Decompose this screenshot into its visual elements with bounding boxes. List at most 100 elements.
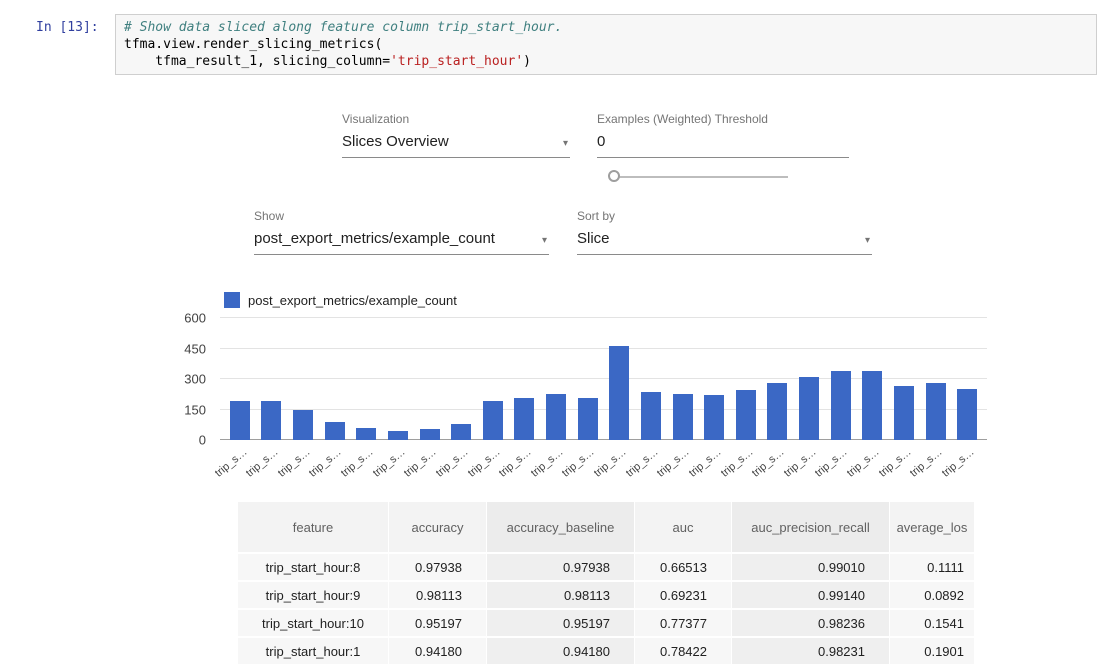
code-line-3-close: ) bbox=[523, 54, 531, 69]
legend-swatch bbox=[224, 292, 240, 308]
dropdown-arrow-icon[interactable]: ▾ bbox=[542, 235, 547, 246]
bar[interactable] bbox=[673, 394, 693, 440]
table-cell: trip_start_hour:1 bbox=[238, 638, 388, 664]
table-header-cell[interactable]: accuracy bbox=[389, 502, 486, 552]
y-tick-label: 450 bbox=[184, 341, 206, 356]
slider-track[interactable] bbox=[612, 176, 788, 178]
chart-plot bbox=[220, 318, 987, 440]
bar[interactable] bbox=[926, 383, 946, 440]
bar-slot bbox=[388, 318, 408, 440]
slider-thumb[interactable] bbox=[608, 170, 620, 182]
table-cell: 0.1901 bbox=[890, 638, 974, 664]
bar-slot bbox=[546, 318, 566, 440]
sort-by-value[interactable]: Slice ▾ bbox=[577, 228, 872, 255]
table-header-cell[interactable]: auc_precision_recall bbox=[732, 502, 889, 552]
table-row: trip_start_hour:10.941800.941800.784220.… bbox=[238, 638, 974, 664]
table-cell: 0.99140 bbox=[732, 582, 889, 608]
sort-by-dropdown[interactable]: Sort by Slice ▾ bbox=[577, 209, 872, 255]
bar-slot bbox=[926, 318, 946, 440]
table-cell: 0.78422 bbox=[635, 638, 731, 664]
table-header-cell[interactable]: auc bbox=[635, 502, 731, 552]
bar-slot bbox=[230, 318, 250, 440]
table-cell: 0.66513 bbox=[635, 554, 731, 580]
threshold-input[interactable]: 0 bbox=[597, 131, 849, 158]
threshold-field[interactable]: Examples (Weighted) Threshold 0 bbox=[597, 112, 849, 158]
show-dropdown[interactable]: Show post_export_metrics/example_count ▾ bbox=[254, 209, 549, 255]
bar[interactable] bbox=[767, 383, 787, 440]
show-value[interactable]: post_export_metrics/example_count ▾ bbox=[254, 228, 549, 255]
bar[interactable] bbox=[325, 422, 345, 440]
y-tick-label: 600 bbox=[184, 311, 206, 326]
bar-slot bbox=[578, 318, 598, 440]
table-cell: 0.94180 bbox=[389, 638, 486, 664]
bar-slot bbox=[799, 318, 819, 440]
bar[interactable] bbox=[451, 424, 471, 440]
cell-prompt: In [13]: bbox=[36, 20, 99, 35]
bar-slot bbox=[483, 318, 503, 440]
code-cell[interactable]: # Show data sliced along feature column … bbox=[115, 14, 1097, 75]
bar[interactable] bbox=[514, 398, 534, 440]
bar-slot bbox=[641, 318, 661, 440]
table-header-cell[interactable]: accuracy_baseline bbox=[487, 502, 634, 552]
bar-slot bbox=[609, 318, 629, 440]
table-header-cell[interactable]: average_los bbox=[890, 502, 974, 552]
chart-x-axis: trip_s…trip_s…trip_s…trip_s…trip_s…trip_… bbox=[220, 442, 987, 484]
table-cell: trip_start_hour:8 bbox=[238, 554, 388, 580]
bar[interactable] bbox=[483, 401, 503, 440]
bar-slot bbox=[673, 318, 693, 440]
code-line-3: tfma_result_1, slicing_column='trip_star… bbox=[124, 53, 1088, 70]
bar[interactable] bbox=[261, 401, 281, 440]
bar[interactable] bbox=[704, 395, 724, 440]
bar[interactable] bbox=[609, 346, 629, 440]
chart-y-axis: 0150300450600 bbox=[168, 318, 214, 440]
table-cell: 0.95197 bbox=[389, 610, 486, 636]
bar[interactable] bbox=[957, 389, 977, 440]
table-cell: 0.99010 bbox=[732, 554, 889, 580]
threshold-slider[interactable] bbox=[606, 168, 788, 186]
bar[interactable] bbox=[736, 390, 756, 440]
bar[interactable] bbox=[831, 371, 851, 440]
bar[interactable] bbox=[546, 394, 566, 440]
table-cell: 0.1111 bbox=[890, 554, 974, 580]
table-header-cell[interactable]: feature bbox=[238, 502, 388, 552]
dropdown-arrow-icon[interactable]: ▾ bbox=[563, 138, 568, 149]
table-cell: 0.98231 bbox=[732, 638, 889, 664]
bar-slot bbox=[451, 318, 471, 440]
table-row: trip_start_hour:80.979380.979380.665130.… bbox=[238, 554, 974, 580]
bar-slot bbox=[293, 318, 313, 440]
chart-bars bbox=[220, 318, 987, 440]
bar[interactable] bbox=[230, 401, 250, 440]
table-cell: 0.69231 bbox=[635, 582, 731, 608]
bar[interactable] bbox=[799, 377, 819, 440]
bar-slot bbox=[894, 318, 914, 440]
bar[interactable] bbox=[862, 371, 882, 440]
bar-slot bbox=[325, 318, 345, 440]
visualization-value[interactable]: Slices Overview ▾ bbox=[342, 131, 570, 158]
table-row: trip_start_hour:100.951970.951970.773770… bbox=[238, 610, 974, 636]
table-cell: 0.0892 bbox=[890, 582, 974, 608]
table-cell: 0.95197 bbox=[487, 610, 634, 636]
bar-slot bbox=[767, 318, 787, 440]
show-selected: post_export_metrics/example_count bbox=[254, 230, 495, 247]
bar[interactable] bbox=[578, 398, 598, 440]
visualization-dropdown[interactable]: Visualization Slices Overview ▾ bbox=[342, 112, 570, 158]
y-tick-label: 150 bbox=[184, 402, 206, 417]
bar[interactable] bbox=[894, 386, 914, 440]
bar[interactable] bbox=[293, 410, 313, 440]
dropdown-arrow-icon[interactable]: ▾ bbox=[865, 235, 870, 246]
table-header-row: featureaccuracyaccuracy_baselineaucauc_p… bbox=[238, 502, 974, 552]
table-cell: 0.1541 bbox=[890, 610, 974, 636]
bar[interactable] bbox=[388, 431, 408, 440]
legend-label: post_export_metrics/example_count bbox=[248, 293, 457, 308]
table-cell: trip_start_hour:10 bbox=[238, 610, 388, 636]
table-row: trip_start_hour:90.981130.981130.692310.… bbox=[238, 582, 974, 608]
bar[interactable] bbox=[356, 428, 376, 440]
bar-slot bbox=[736, 318, 756, 440]
bar[interactable] bbox=[420, 429, 440, 440]
bar[interactable] bbox=[641, 392, 661, 440]
table-cell: 0.77377 bbox=[635, 610, 731, 636]
show-label: Show bbox=[254, 209, 549, 223]
table-cell: 0.98113 bbox=[487, 582, 634, 608]
x-tick-label: trip_s… bbox=[212, 446, 249, 480]
bar-slot bbox=[261, 318, 281, 440]
